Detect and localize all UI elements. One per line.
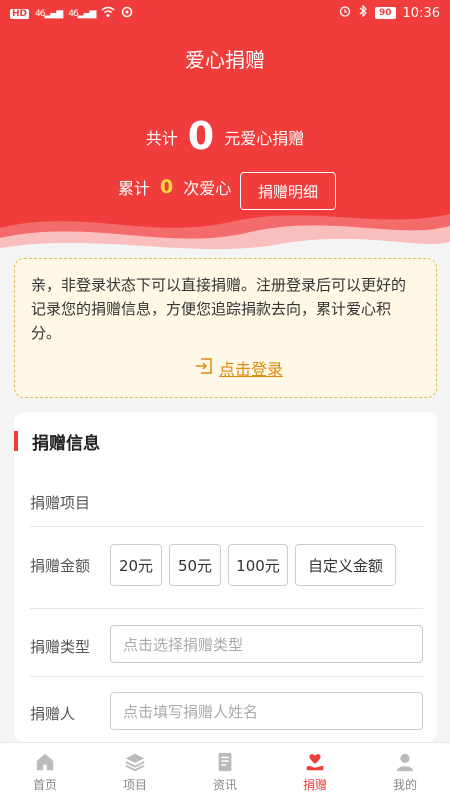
- total-prefix: 共计: [145, 129, 178, 148]
- login-link[interactable]: 点击登录: [195, 356, 283, 380]
- donor-name-input[interactable]: 点击填写捐赠人姓名: [110, 692, 423, 730]
- login-link-label: 点击登录: [219, 360, 284, 379]
- status-bar: HD 46▂▄▆ 46▂▄▆ 90 10:36: [0, 0, 450, 28]
- clock-time: 10:36: [402, 5, 440, 21]
- count-prefix: 累计: [118, 179, 151, 198]
- heart-hand-icon: [306, 753, 324, 770]
- divider: [30, 608, 423, 609]
- total-suffix: 元爱心捐赠: [224, 129, 305, 148]
- tab-label: 资讯: [212, 777, 237, 792]
- bottom-tab-bar: 首页 项目 资讯 捐赠 我的: [0, 742, 450, 800]
- login-icon: [195, 358, 213, 378]
- amount-option-100[interactable]: 100元: [228, 544, 288, 586]
- amount-option-50[interactable]: 50元: [169, 544, 221, 586]
- signal-icon: 46▂▄▆: [35, 9, 63, 19]
- tab-donate[interactable]: 捐赠: [270, 743, 360, 800]
- divider: [30, 526, 423, 527]
- donation-form-card: 捐赠信息 捐赠项目 捐赠金额 20元 50元 100元 自定义金额 捐赠类型 点…: [14, 412, 437, 742]
- user-icon: [396, 753, 414, 771]
- donor-label: 捐赠人: [30, 705, 76, 723]
- count-suffix: 次爱心: [183, 179, 232, 198]
- total-amount: 0: [187, 114, 215, 158]
- wave-decoration: [0, 214, 450, 260]
- alarm-icon: [339, 5, 351, 21]
- section-title: 捐赠信息: [14, 430, 100, 454]
- amount-option-20[interactable]: 20元: [110, 544, 162, 586]
- document-icon: [218, 752, 232, 771]
- wifi-icon: [101, 6, 115, 22]
- total-donation: 共计 0 元爱心捐赠: [0, 114, 450, 158]
- tab-label: 项目: [122, 777, 147, 792]
- header-banner: HD 46▂▄▆ 46▂▄▆ 90 10:36 爱心捐赠 共计 0 元爱心捐赠 累计: [0, 0, 450, 260]
- tab-label: 捐赠: [302, 777, 327, 792]
- donation-type-select[interactable]: 点击选择捐赠类型: [110, 625, 423, 663]
- tab-label: 首页: [32, 777, 57, 792]
- battery-icon: 90: [375, 7, 396, 19]
- tab-home[interactable]: 首页: [0, 743, 90, 800]
- project-label: 捐赠项目: [30, 494, 91, 512]
- signal-icon: 46▂▄▆: [68, 9, 96, 19]
- section-title-text: 捐赠信息: [32, 433, 100, 454]
- login-notice: 亲，非登录状态下可以直接捐赠。注册登录后可以更好的记录您的捐赠信息，方便您追踪捐…: [14, 258, 437, 398]
- notice-text: 亲，非登录状态下可以直接捐赠。注册登录后可以更好的记录您的捐赠信息，方便您追踪捐…: [31, 276, 407, 342]
- hd-badge: HD: [10, 9, 30, 19]
- amount-label: 捐赠金额: [30, 557, 91, 575]
- tab-news[interactable]: 资讯: [180, 743, 270, 800]
- tab-projects[interactable]: 项目: [90, 743, 180, 800]
- type-label: 捐赠类型: [30, 638, 91, 656]
- tab-mine[interactable]: 我的: [360, 743, 450, 800]
- page-title: 爱心捐赠: [185, 48, 265, 72]
- tab-label: 我的: [392, 777, 417, 792]
- sync-icon: [121, 6, 133, 22]
- amount-option-custom[interactable]: 自定义金额: [295, 544, 396, 586]
- section-accent-bar: [14, 431, 18, 451]
- home-icon: [36, 753, 54, 770]
- layers-icon: [125, 753, 145, 771]
- donation-count: 累计 0 次爱心: [118, 175, 231, 199]
- divider: [30, 676, 423, 677]
- bluetooth-icon: [358, 4, 368, 21]
- count-value: 0: [160, 176, 174, 198]
